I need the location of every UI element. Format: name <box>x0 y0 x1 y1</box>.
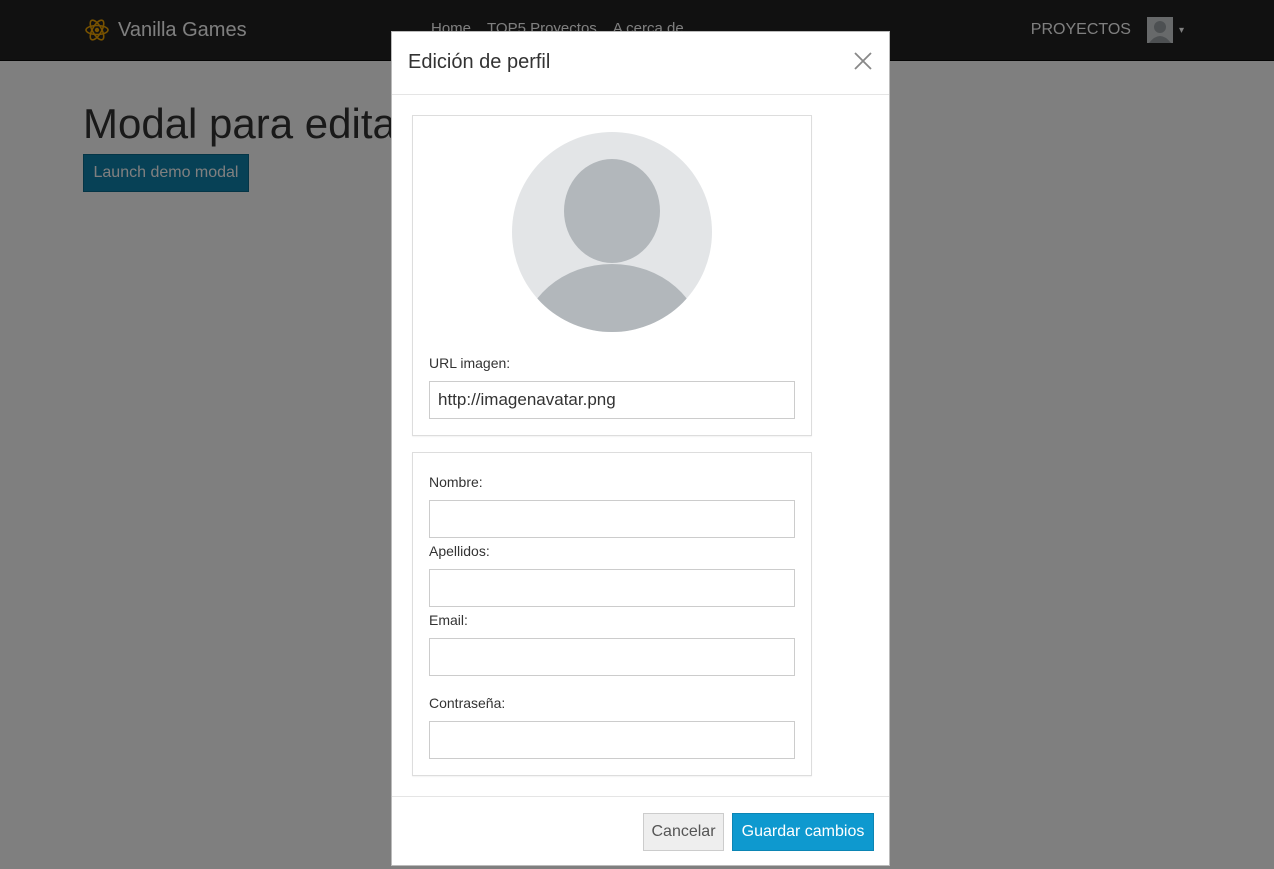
save-changes-button[interactable]: Guardar cambios <box>732 813 874 851</box>
close-icon <box>854 52 872 70</box>
cancel-button[interactable]: Cancelar <box>643 813 724 851</box>
url-image-label: URL imagen: <box>429 355 511 371</box>
email-input[interactable] <box>429 638 795 676</box>
profile-form-panel: Nombre: Apellidos: Email: Contraseña: <box>412 452 812 776</box>
page: Vanilla Games Home TOP5 Proyectos A cerc… <box>0 0 1274 869</box>
email-label: Email: <box>429 612 468 628</box>
user-avatar-placeholder-icon <box>512 132 712 332</box>
apellidos-label: Apellidos: <box>429 543 490 559</box>
password-label: Contraseña: <box>429 695 506 711</box>
password-input[interactable] <box>429 721 795 759</box>
avatar-panel: URL imagen: <box>412 115 812 436</box>
modal-header: Edición de perfil <box>392 32 889 95</box>
close-button[interactable] <box>851 49 875 73</box>
apellidos-input[interactable] <box>429 569 795 607</box>
modal-title: Edición de perfil <box>408 51 551 73</box>
url-image-input[interactable] <box>429 381 795 419</box>
nombre-label: Nombre: <box>429 474 483 490</box>
edit-profile-modal: Edición de perfil URL imagen: http://ima… <box>391 31 890 866</box>
modal-footer: Cancelar Guardar cambios <box>392 796 889 866</box>
nombre-input[interactable] <box>429 500 795 538</box>
